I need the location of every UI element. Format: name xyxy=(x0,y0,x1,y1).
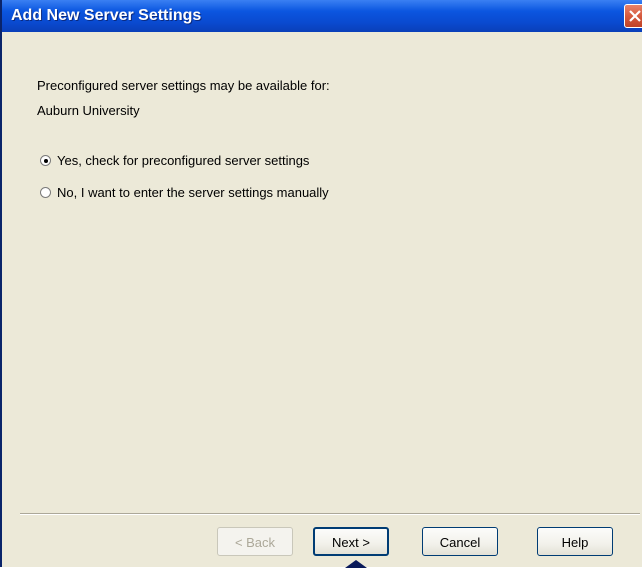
radio-yes[interactable] xyxy=(40,155,51,166)
close-icon xyxy=(629,10,641,22)
close-button[interactable] xyxy=(624,4,642,28)
radio-selected-dot xyxy=(44,159,48,163)
help-button[interactable]: Help xyxy=(537,527,613,556)
title-bar[interactable]: Add New Server Settings xyxy=(2,0,642,32)
next-button[interactable]: Next > xyxy=(313,527,389,556)
intro-text: Preconfigured server settings may be ava… xyxy=(37,78,330,93)
radio-no-label[interactable]: No, I want to enter the server settings … xyxy=(57,185,329,200)
window-title: Add New Server Settings xyxy=(11,7,202,24)
radio-no[interactable] xyxy=(40,187,51,198)
footer-separator xyxy=(20,513,640,515)
dialog-window: Add New Server Settings Preconfigured se… xyxy=(0,0,642,568)
institution-name: Auburn University xyxy=(37,103,140,118)
back-button[interactable]: < Back xyxy=(217,527,293,556)
cancel-button[interactable]: Cancel xyxy=(422,527,498,556)
radio-yes-label[interactable]: Yes, check for preconfigured server sett… xyxy=(57,153,309,168)
